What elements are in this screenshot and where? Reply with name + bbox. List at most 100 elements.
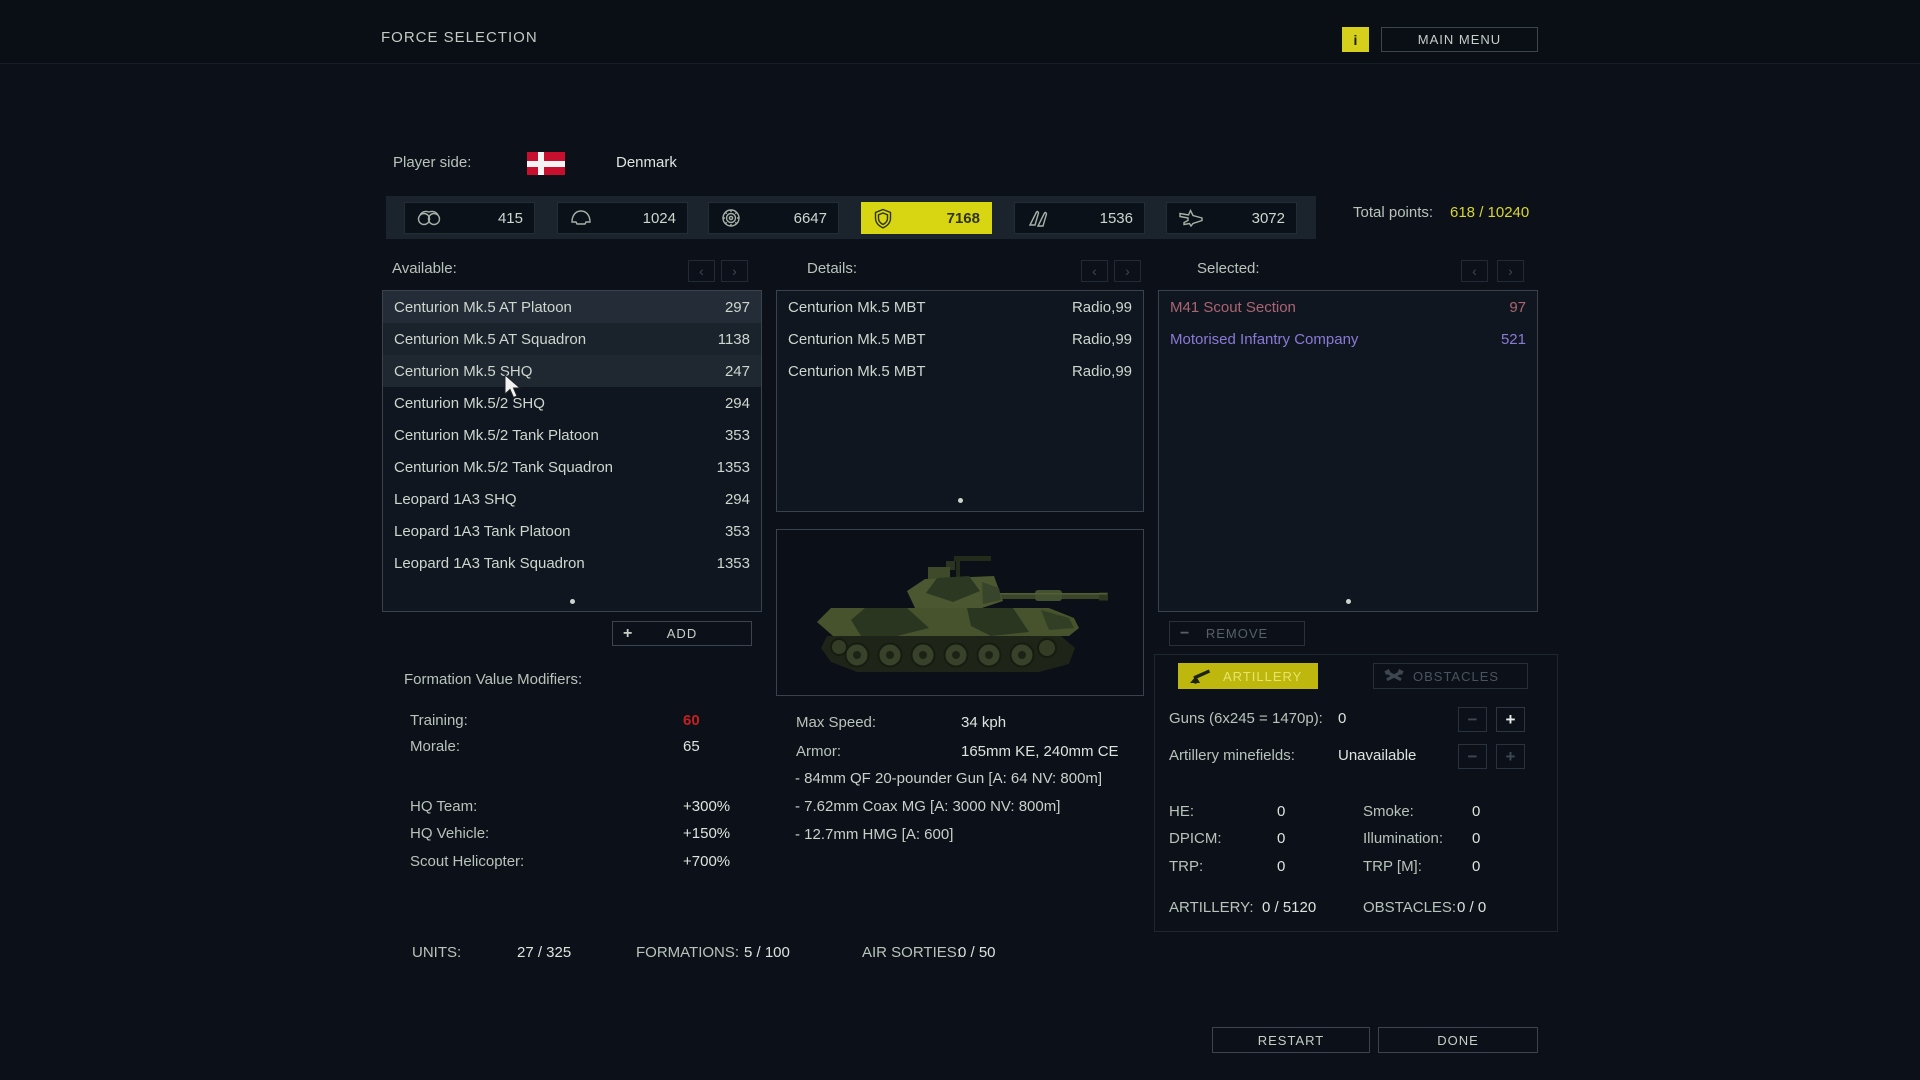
- ammo-value: 0: [1472, 802, 1480, 822]
- max-speed-label: Max Speed:: [796, 713, 876, 733]
- details-item[interactable]: Centurion Mk.5 MBTRadio,99: [777, 355, 1143, 387]
- add-button-label: ADD: [667, 626, 697, 641]
- wheel-icon: [720, 208, 742, 228]
- item-name: Centurion Mk.5 MBT: [788, 363, 926, 380]
- guns-label: Guns (6x245 = 1470p):: [1169, 709, 1323, 729]
- minefields-decrease-button[interactable]: −: [1458, 744, 1487, 769]
- available-item[interactable]: Centurion Mk.5/2 SHQ294: [383, 387, 761, 419]
- tab-obstacles-label: OBSTACLES: [1413, 669, 1499, 684]
- add-button[interactable]: + ADD: [612, 621, 752, 646]
- details-page-dot: [958, 498, 963, 503]
- modifiers-header: Formation Value Modifiers:: [404, 670, 582, 690]
- selected-next-button[interactable]: ›: [1497, 260, 1524, 282]
- obstacles-total-label: OBSTACLES:: [1363, 898, 1456, 918]
- artillery-total-value: 0 / 5120: [1262, 898, 1316, 918]
- restart-button[interactable]: RESTART: [1212, 1027, 1370, 1053]
- unit-image-panel: [776, 529, 1144, 696]
- helmet-icon: [569, 209, 593, 227]
- guns-value: 0: [1338, 709, 1346, 729]
- available-next-button[interactable]: ›: [721, 260, 748, 282]
- selected-item[interactable]: M41 Scout Section97: [1159, 291, 1537, 323]
- top-bar: [0, 0, 1920, 64]
- details-item[interactable]: Centurion Mk.5 MBTRadio,99: [777, 323, 1143, 355]
- air-sorties-value: 0 / 50: [958, 943, 996, 963]
- category-vehicles[interactable]: 6647: [708, 202, 839, 234]
- binoculars-icon: [416, 209, 442, 227]
- ammo-label: TRP:: [1169, 857, 1203, 877]
- modifier-value: +150%: [683, 824, 730, 844]
- category-armor[interactable]: 7168: [861, 202, 992, 234]
- ammo-value: 0: [1277, 802, 1285, 822]
- available-prev-button[interactable]: ‹: [688, 260, 715, 282]
- category-air[interactable]: 3072: [1166, 202, 1297, 234]
- modifier-value: 65: [683, 737, 700, 757]
- available-item[interactable]: Centurion Mk.5 SHQ247: [383, 355, 761, 387]
- item-name: Centurion Mk.5 AT Squadron: [394, 331, 586, 348]
- item-name: Centurion Mk.5 AT Platoon: [394, 299, 572, 316]
- available-item[interactable]: Leopard 1A3 SHQ294: [383, 483, 761, 515]
- info-button[interactable]: i: [1342, 27, 1369, 52]
- available-item[interactable]: Leopard 1A3 Tank Platoon353: [383, 515, 761, 547]
- available-panel: Centurion Mk.5 AT Platoon297Centurion Mk…: [382, 290, 762, 612]
- details-next-button[interactable]: ›: [1114, 260, 1141, 282]
- selected-panel: M41 Scout Section97Motorised Infantry Co…: [1158, 290, 1538, 612]
- item-value: 294: [725, 395, 750, 412]
- guns-increase-button[interactable]: +: [1496, 707, 1525, 732]
- formations-label: FORMATIONS:: [636, 943, 739, 963]
- category-points: 415: [498, 210, 523, 227]
- armor-label: Armor:: [796, 742, 841, 762]
- howitzer-icon: [1188, 667, 1214, 685]
- selected-page-dot: [1346, 599, 1351, 604]
- item-value: Radio,99: [1072, 299, 1132, 316]
- ammo-value: 0: [1277, 857, 1285, 877]
- item-name: Leopard 1A3 SHQ: [394, 491, 517, 508]
- item-name: Centurion Mk.5 MBT: [788, 299, 926, 316]
- category-recon[interactable]: 415: [404, 202, 535, 234]
- ammo-value: 0: [1472, 829, 1480, 849]
- details-item[interactable]: Centurion Mk.5 MBT Radio,99: [777, 291, 1143, 323]
- available-list: Centurion Mk.5 AT Platoon297Centurion Mk…: [383, 291, 761, 579]
- artillery-total-label: ARTILLERY:: [1169, 898, 1254, 918]
- shells-icon: [1026, 208, 1050, 228]
- item-value: Radio,99: [1072, 331, 1132, 348]
- info-icon: i: [1354, 32, 1358, 48]
- selected-item[interactable]: Motorised Infantry Company521: [1159, 323, 1537, 355]
- tab-obstacles[interactable]: OBSTACLES: [1373, 663, 1528, 689]
- remove-button[interactable]: − REMOVE: [1169, 621, 1305, 646]
- obstacles-total-value: 0 / 0: [1457, 898, 1486, 918]
- details-panel: Centurion Mk.5 MBT Radio,99 Centurion Mk.5…: [776, 290, 1144, 512]
- details-prev-button[interactable]: ‹: [1081, 260, 1108, 282]
- total-points-value: 618 / 10240: [1450, 203, 1529, 223]
- armor-value: 165mm KE, 240mm CE: [961, 742, 1119, 762]
- weapon-line: - 12.7mm HMG [A: 600]: [795, 825, 953, 845]
- ammo-label: Smoke:: [1363, 802, 1414, 822]
- selected-header: Selected:: [1197, 259, 1260, 279]
- category-artillery[interactable]: 1536: [1014, 202, 1145, 234]
- selected-prev-button[interactable]: ‹: [1461, 260, 1488, 282]
- done-button[interactable]: DONE: [1378, 1027, 1538, 1053]
- denmark-flag-icon[interactable]: [527, 152, 565, 175]
- available-item[interactable]: Centurion Mk.5/2 Tank Platoon353: [383, 419, 761, 451]
- jet-icon: [1178, 208, 1204, 228]
- item-value: 521: [1501, 331, 1526, 348]
- guns-decrease-button[interactable]: −: [1458, 707, 1487, 732]
- available-item[interactable]: Centurion Mk.5 AT Squadron1138: [383, 323, 761, 355]
- item-value: 1353: [717, 459, 750, 476]
- crossed-tools-icon: [1384, 668, 1404, 684]
- ammo-label: TRP [M]:: [1363, 857, 1422, 877]
- item-value: 297: [725, 299, 750, 316]
- tab-artillery[interactable]: ARTILLERY: [1178, 663, 1318, 689]
- available-item[interactable]: Centurion Mk.5/2 Tank Squadron1353: [383, 451, 761, 483]
- main-menu-button[interactable]: MAIN MENU: [1381, 27, 1538, 52]
- formations-value: 5 / 100: [744, 943, 790, 963]
- category-infantry[interactable]: 1024: [557, 202, 688, 234]
- minefields-increase-button[interactable]: +: [1496, 744, 1525, 769]
- minefields-label: Artillery minefields:: [1169, 746, 1295, 766]
- available-item[interactable]: Centurion Mk.5 AT Platoon 297: [383, 291, 761, 323]
- category-points: 7168: [947, 210, 980, 227]
- modifier-label: HQ Vehicle:: [410, 824, 489, 844]
- page-title: FORCE SELECTION: [381, 29, 538, 46]
- available-item[interactable]: Leopard 1A3 Tank Squadron1353: [383, 547, 761, 579]
- max-speed-value: 34 kph: [961, 713, 1006, 733]
- category-points: 1024: [643, 210, 676, 227]
